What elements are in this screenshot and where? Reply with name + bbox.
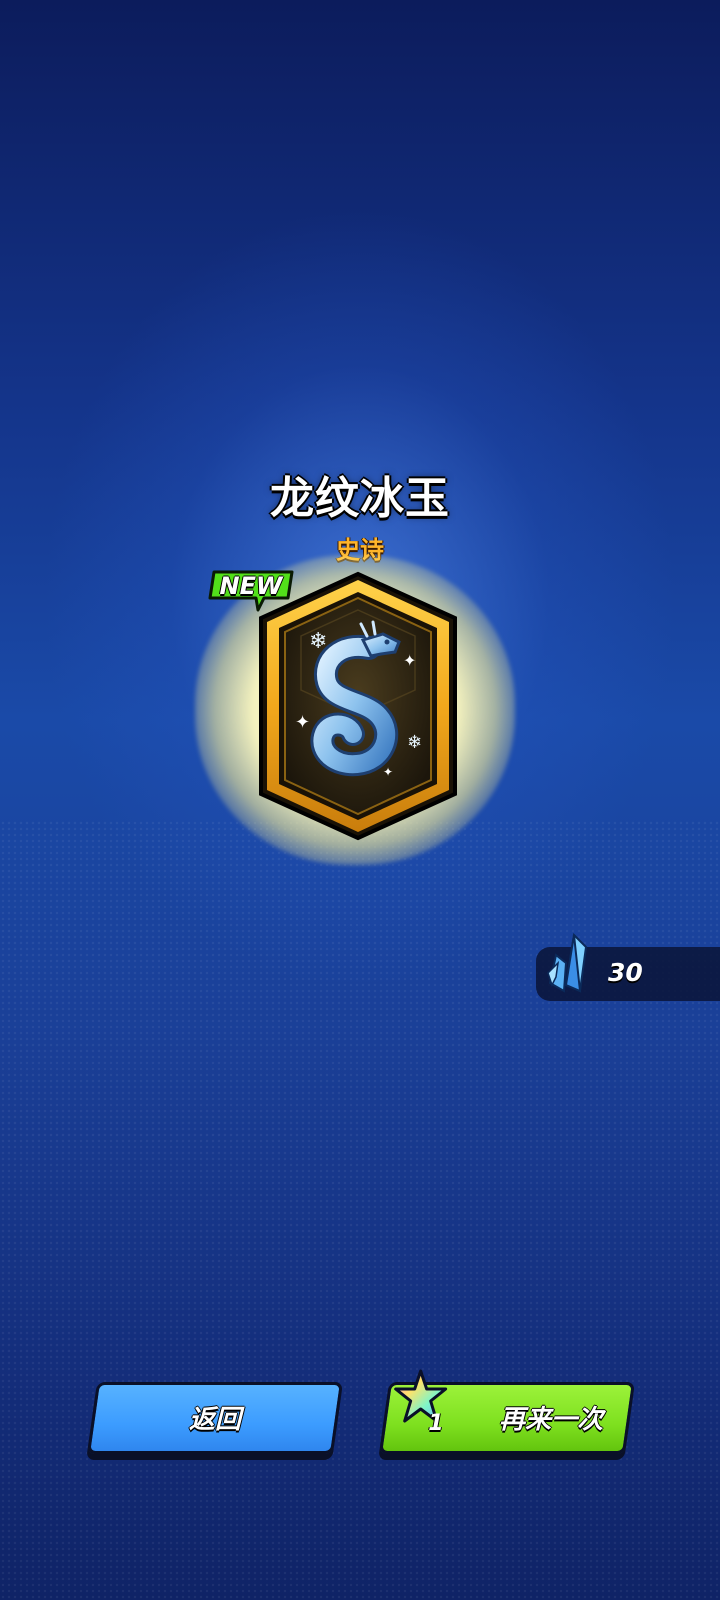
new-label: NEW — [219, 572, 283, 600]
background-pattern — [0, 820, 720, 1600]
draw-again-label: 再来一次 — [499, 1405, 604, 1435]
currency-amount: 30 — [608, 958, 643, 987]
new-badge: NEW — [208, 568, 296, 616]
blue-crystal-icon — [547, 933, 588, 993]
currency-display: 30 — [536, 933, 720, 1001]
draw-cost: 1 — [428, 1411, 444, 1436]
svg-text:✦: ✦ — [295, 712, 310, 733]
svg-text:❄: ❄ — [309, 629, 327, 654]
draw-again-button[interactable]: 1 再来一次 — [378, 1369, 636, 1454]
svg-text:✦: ✦ — [403, 651, 416, 670]
back-button[interactable]: 返回 — [86, 1382, 344, 1454]
svg-text:❄: ❄ — [407, 732, 422, 753]
svg-text:✦: ✦ — [383, 765, 393, 779]
back-button-label: 返回 — [189, 1405, 242, 1435]
ice-jade-dragon-icon: ❄ ❄ ✦ ✦ ✦ — [295, 620, 422, 779]
reward-name: 龙纹冰玉 — [270, 473, 450, 524]
